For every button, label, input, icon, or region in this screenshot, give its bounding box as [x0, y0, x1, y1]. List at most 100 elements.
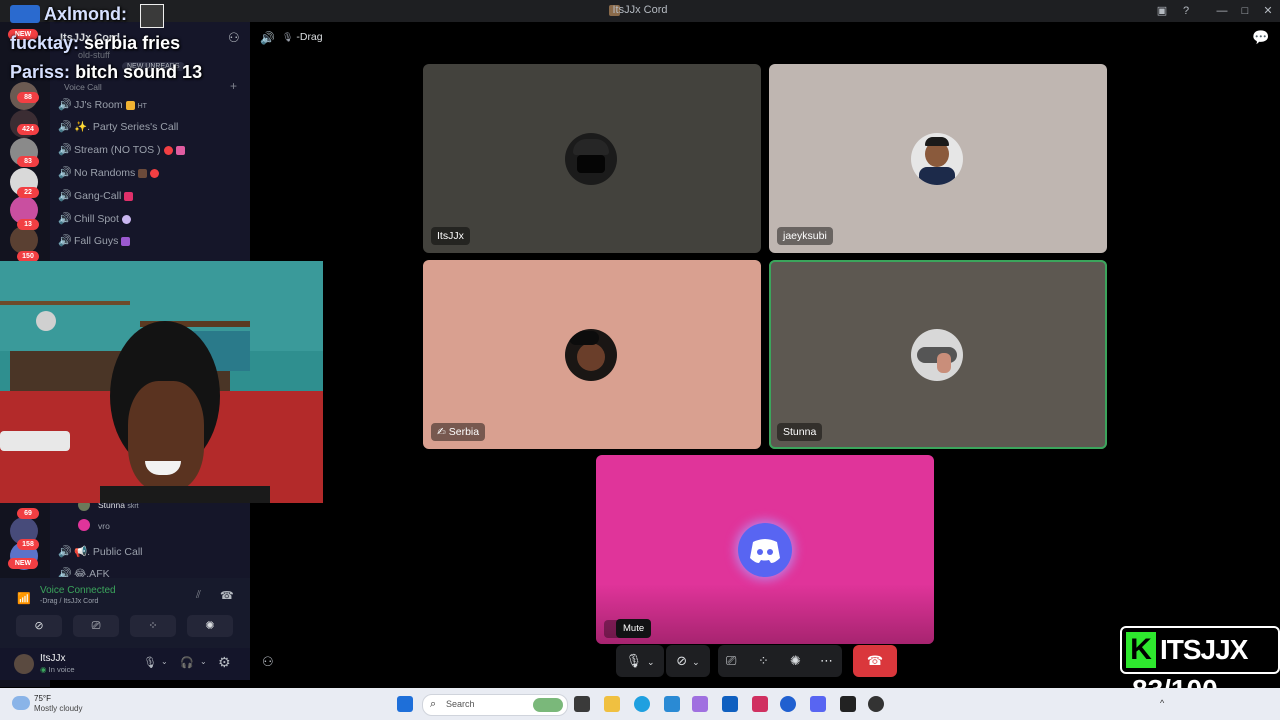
app-icon[interactable]: [752, 696, 768, 712]
maximize-button[interactable]: □: [1237, 3, 1253, 19]
unread-badge: 158: [17, 539, 39, 550]
webcam-overlay: [0, 261, 323, 503]
signal-icon[interactable]: 📶: [17, 592, 31, 605]
stream-tile[interactable]: [596, 455, 934, 644]
emoji-icon: [175, 145, 185, 155]
participant-name: Stunna: [777, 423, 823, 441]
speaker-icon: 🔊: [260, 31, 275, 45]
avatar[interactable]: [14, 654, 34, 674]
emoji-icon: [121, 236, 131, 246]
participant-name: ItsJJx: [431, 227, 470, 245]
muted-icon: ✍: [437, 426, 446, 438]
avatar: [565, 133, 617, 185]
obs-icon[interactable]: [868, 696, 884, 712]
headphones-icon[interactable]: 🎧: [180, 656, 194, 669]
channel-jjs-room[interactable]: 🔊 JJ's Room HT: [58, 95, 244, 115]
chevron-down-icon[interactable]: ⌄: [161, 657, 168, 666]
discord-taskbar-icon[interactable]: [810, 696, 826, 712]
camera-button[interactable]: ⊘ ⌄: [666, 645, 710, 677]
chevron-down-icon[interactable]: ⌄: [200, 657, 207, 666]
username[interactable]: ItsJJx: [40, 653, 66, 664]
soundboard-icon[interactable]: ✺: [790, 645, 801, 677]
category-voice-call[interactable]: Voice Call: [64, 82, 102, 92]
chevron-down-icon[interactable]: ⌄: [692, 657, 700, 667]
add-channel-icon[interactable]: +: [230, 79, 237, 93]
disconnect-icon[interactable]: ☎: [220, 589, 234, 602]
channel-no-randoms[interactable]: 🔊 No Randoms: [58, 163, 244, 183]
noise-suppression-icon[interactable]: ⫽: [196, 589, 201, 602]
chat-message: Axlmond:: [44, 4, 127, 24]
mute-button[interactable]: 🎙 ⌄: [616, 645, 664, 677]
chat-badge-icon: [10, 5, 40, 23]
participant-tile[interactable]: jaeyksubi: [769, 64, 1107, 253]
share-screen-button[interactable]: ⎚: [73, 615, 119, 637]
minimize-button[interactable]: —: [1214, 3, 1230, 19]
speaker-icon: 🔊: [58, 167, 72, 179]
channel-chill-spot[interactable]: 🔊 Chill Spot: [58, 209, 244, 229]
channel-public-call[interactable]: 🔊 📢. Public Call: [58, 542, 244, 562]
mic-icon: 🎙: [282, 32, 294, 42]
no-entry-icon: [163, 145, 173, 155]
windows-start-icon[interactable]: [397, 696, 413, 712]
file-explorer-icon[interactable]: [604, 696, 620, 712]
hangup-button[interactable]: ☎: [853, 645, 897, 677]
soundboard-button[interactable]: ✺: [187, 615, 233, 637]
more-options-icon[interactable]: ⋯: [820, 645, 833, 677]
activities-icon[interactable]: ⁘: [758, 645, 769, 677]
member-avatar: [78, 519, 90, 531]
weather-desc[interactable]: Mostly cloudy: [34, 704, 82, 713]
windows-taskbar: 75°F Mostly cloudy ⌕ Search ^: [0, 688, 1280, 720]
speaker-icon: 🔊: [58, 568, 72, 577]
server-icon[interactable]: [10, 226, 38, 254]
weather-temp[interactable]: 75°F: [34, 694, 51, 703]
emoji-icon: [138, 168, 148, 178]
camera-toggle-button[interactable]: ⊘: [16, 615, 62, 637]
channel-fall-guys[interactable]: 🔊 Fall Guys: [58, 231, 244, 251]
activities-button[interactable]: ⁘: [130, 615, 176, 637]
inbox-icon[interactable]: ▣: [1154, 3, 1170, 19]
unread-badge: 22: [17, 187, 39, 198]
unread-badge: 83: [17, 156, 39, 167]
microphone-icon[interactable]: 🎙: [143, 656, 157, 669]
chevron-down-icon[interactable]: ⌄: [647, 657, 655, 667]
channel-afk[interactable]: 🔊 😂.AFK: [58, 565, 244, 577]
emoji-icon: [121, 214, 131, 224]
gear-icon[interactable]: ⚙: [218, 654, 231, 671]
share-screen-icon[interactable]: ⎚: [726, 645, 736, 677]
chat-emote: [140, 4, 164, 28]
participant-tile[interactable]: ✍ Serbia: [423, 260, 761, 449]
help-icon[interactable]: ?: [1178, 3, 1194, 19]
window-title: ItsJJx Cord: [612, 4, 668, 16]
add-friend-icon[interactable]: ⚇: [228, 30, 240, 46]
invite-icon[interactable]: ⚇: [262, 654, 274, 670]
close-button[interactable]: ✕: [1260, 3, 1276, 19]
speaker-icon: 🔊: [58, 190, 72, 202]
voice-member-name[interactable]: vro: [98, 521, 110, 531]
epic-games-icon[interactable]: [840, 696, 856, 712]
chat-icon[interactable]: 💬: [1252, 29, 1269, 46]
edge-icon[interactable]: [634, 696, 650, 712]
system-tray-chevron-icon[interactable]: ^: [1160, 698, 1164, 708]
user-status: ◉ In voice: [40, 665, 75, 674]
speaker-icon: 🔊: [58, 144, 72, 156]
app-icon[interactable]: [664, 696, 680, 712]
mute-tooltip: Mute: [616, 619, 652, 638]
participant-tile[interactable]: ItsJJx: [423, 64, 761, 253]
search-box[interactable]: ⌕ Search: [422, 694, 568, 716]
speaker-icon: 🔊: [58, 121, 72, 133]
weather-icon[interactable]: [12, 696, 30, 710]
participant-tile[interactable]: Stunna: [769, 260, 1107, 449]
chat-message: Pariss: bitch sound 13: [10, 62, 203, 82]
speaker-icon: 🔊: [58, 235, 72, 247]
wall-clock: [36, 311, 56, 331]
store-icon[interactable]: [722, 696, 738, 712]
channel-party-series[interactable]: 🔊 ✨. Party Series's Call: [58, 117, 244, 137]
channel-stream[interactable]: 🔊 Stream (NO TOS ): [58, 140, 244, 160]
unread-badge: 69: [17, 508, 39, 519]
unread-badge: 13: [17, 219, 39, 230]
app-icon[interactable]: [780, 696, 796, 712]
task-view-icon[interactable]: [574, 696, 590, 712]
voice-status-subtitle[interactable]: -Drag / ItsJJx Cord: [40, 598, 98, 605]
app-icon[interactable]: [692, 696, 708, 712]
channel-gang-call[interactable]: 🔊 Gang-Call: [58, 186, 244, 206]
